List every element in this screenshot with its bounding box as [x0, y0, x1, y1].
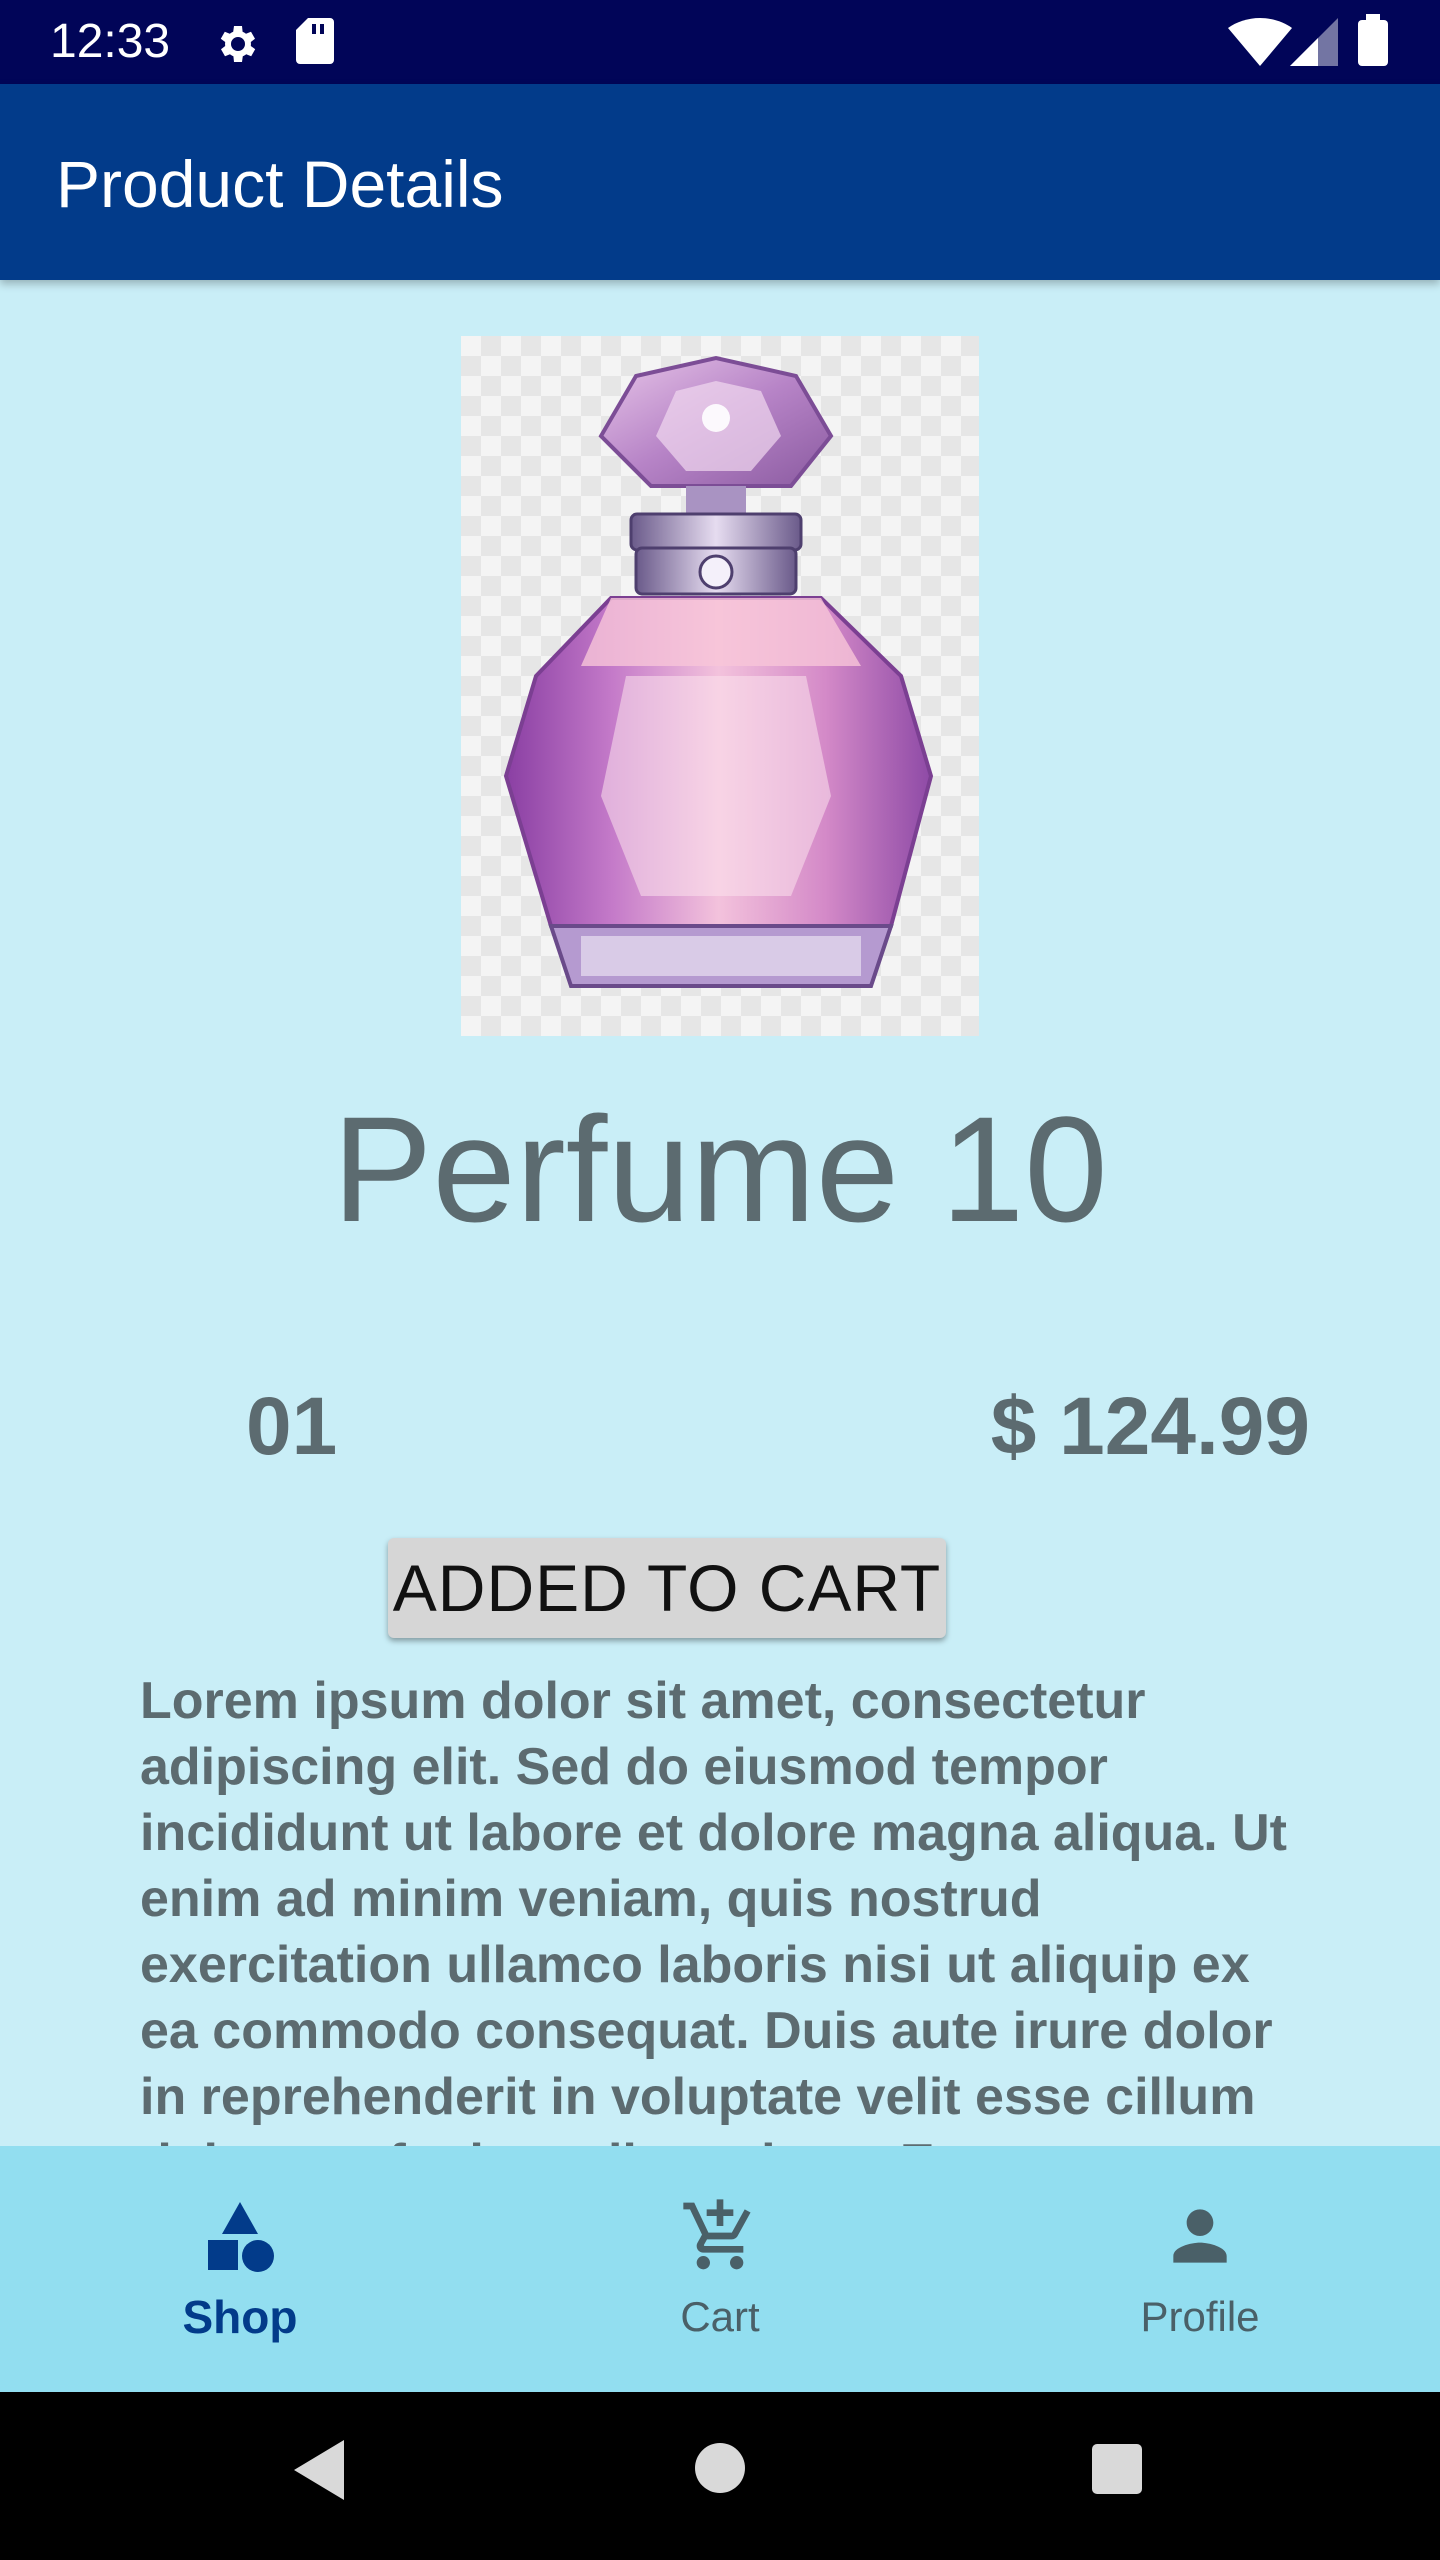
shapes-icon — [208, 2202, 274, 2272]
quantity-value: 01 — [246, 1381, 338, 1472]
signal-icon — [1290, 18, 1338, 66]
nav-item-shop[interactable]: Shop — [0, 2146, 480, 2392]
added-to-cart-button[interactable]: ADDED TO CART — [388, 1538, 946, 1638]
recents-icon[interactable] — [1090, 2442, 1144, 2496]
bottom-navigation: Shop Cart Profile — [0, 2146, 1440, 2392]
person-icon — [1173, 2209, 1227, 2263]
product-description: Lorem ipsum dolor sit amet, consectetur … — [140, 1672, 1287, 2146]
nav-label-profile: Profile — [1140, 2293, 1260, 2340]
sd-card-icon — [296, 18, 334, 64]
product-name: Perfume 10 — [332, 1085, 1108, 1253]
back-icon[interactable] — [290, 2436, 350, 2504]
battery-icon — [1358, 14, 1388, 66]
home-icon[interactable] — [694, 2442, 746, 2494]
status-bar: 12:33 — [0, 0, 1440, 84]
add-shopping-cart-icon — [683, 2199, 751, 2270]
nav-label-cart: Cart — [680, 2293, 760, 2340]
gear-icon — [220, 26, 256, 62]
system-navigation-bar — [0, 2392, 1440, 2560]
app-bar: Product Details — [0, 84, 1440, 280]
perfume-bottle-image — [503, 355, 934, 988]
nav-label-shop: Shop — [182, 2291, 298, 2343]
nav-item-cart[interactable]: Cart — [480, 2146, 960, 2392]
nav-item-profile[interactable]: Profile — [960, 2146, 1440, 2392]
wifi-icon — [1228, 18, 1292, 66]
product-image — [461, 336, 979, 1036]
status-time: 12:33 — [50, 15, 171, 68]
page-title: Product Details — [56, 147, 504, 221]
product-details-content[interactable]: Perfume 10 01 $ 124.99 ADDED TO CART Lor… — [0, 280, 1440, 2146]
price-value: $ 124.99 — [990, 1381, 1310, 1472]
